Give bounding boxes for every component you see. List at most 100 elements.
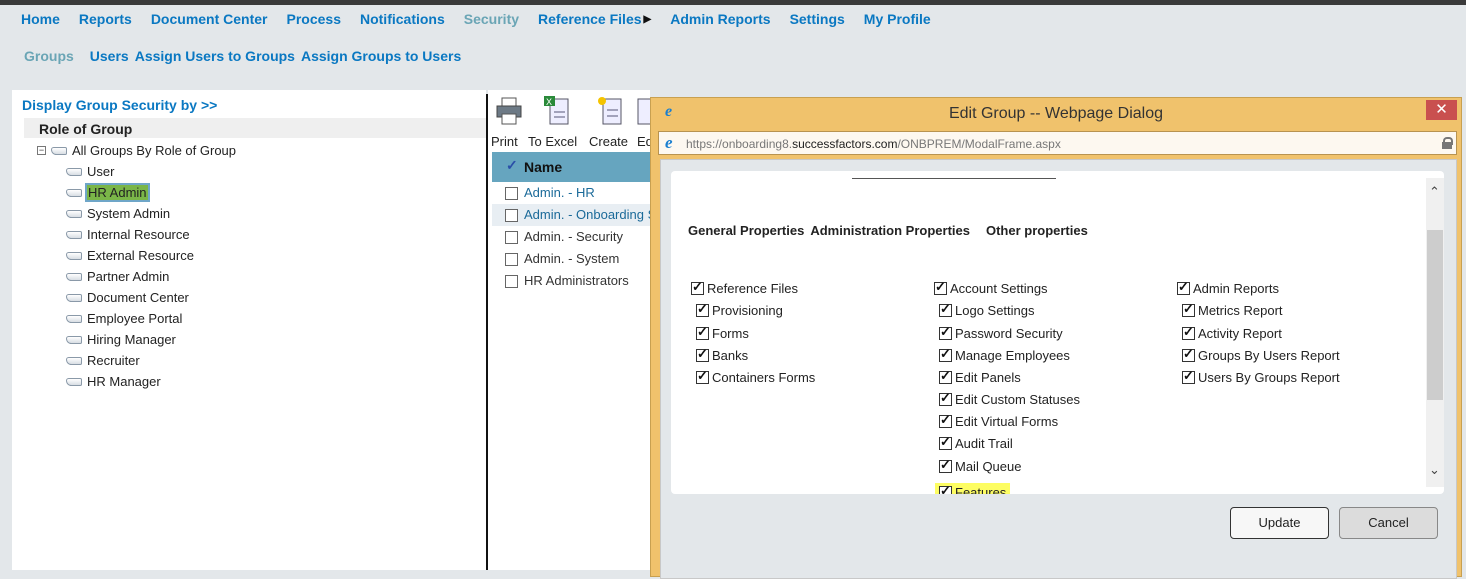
- checkbox[interactable]: [939, 346, 952, 362]
- permission-checkbox[interactable]: Features: [935, 483, 1011, 494]
- scrollbar[interactable]: ⌃ ⌄: [1426, 178, 1444, 487]
- list-row[interactable]: Admin. - Onboarding S: [492, 204, 650, 226]
- tab-general[interactable]: General Properties: [688, 223, 804, 238]
- permission-checkbox[interactable]: Forms: [696, 324, 749, 341]
- tree-item[interactable]: HR Admin: [66, 183, 150, 202]
- tree-root[interactable]: − All Groups By Role of Group: [37, 143, 236, 158]
- nav-security[interactable]: Security: [464, 11, 519, 27]
- subnav-users[interactable]: Users: [90, 48, 129, 64]
- printer-icon: [496, 97, 522, 125]
- row-checkbox[interactable]: [505, 253, 518, 266]
- checkbox[interactable]: [939, 368, 952, 384]
- tree-item[interactable]: Employee Portal: [66, 311, 182, 326]
- nav-notifications[interactable]: Notifications: [360, 11, 445, 27]
- permission-checkbox[interactable]: Users By Groups Report: [1182, 368, 1340, 385]
- nav-document-center[interactable]: Document Center: [151, 11, 268, 27]
- checkbox[interactable]: [696, 346, 709, 362]
- top-bar: [0, 0, 1466, 5]
- list-row[interactable]: Admin. - System: [492, 248, 650, 270]
- nav-reports[interactable]: Reports: [79, 11, 132, 27]
- list-row[interactable]: Admin. - HR: [492, 182, 650, 204]
- checkbox[interactable]: [1177, 279, 1190, 295]
- close-button[interactable]: ✕: [1426, 100, 1457, 120]
- tree-item[interactable]: System Admin: [66, 206, 170, 221]
- create-button[interactable]: Create: [589, 134, 628, 149]
- scroll-up-icon[interactable]: ⌃: [1429, 184, 1440, 200]
- nav-admin-reports[interactable]: Admin Reports: [670, 11, 770, 27]
- scroll-thumb[interactable]: [1427, 230, 1443, 400]
- tree-item[interactable]: External Resource: [66, 248, 194, 263]
- permission-checkbox[interactable]: Metrics Report: [1182, 301, 1283, 318]
- tree-item[interactable]: Document Center: [66, 290, 189, 305]
- tree-item[interactable]: Internal Resource: [66, 227, 190, 242]
- permission-checkbox[interactable]: Edit Panels: [939, 368, 1021, 385]
- dialog-title: Edit Group -- Webpage Dialog: [948, 105, 1164, 122]
- subnav-assign-users[interactable]: Assign Users to Groups: [135, 48, 295, 64]
- permission-checkbox[interactable]: Mail Queue: [939, 457, 1021, 474]
- excel-button[interactable]: To Excel: [528, 134, 577, 149]
- group-icon: [66, 314, 82, 323]
- permission-checkbox[interactable]: Audit Trail: [939, 434, 1013, 451]
- list-row[interactable]: Admin. - Security: [492, 226, 650, 248]
- subnav-groups[interactable]: Groups: [24, 48, 74, 64]
- nav-home[interactable]: Home: [21, 11, 60, 27]
- permission-checkbox[interactable]: Groups By Users Report: [1182, 346, 1340, 363]
- permission-checkbox[interactable]: Reference Files: [691, 279, 798, 296]
- display-by-link[interactable]: Display Group Security by >>: [22, 97, 217, 113]
- tab-administration[interactable]: Administration Properties: [810, 223, 970, 238]
- permission-checkbox[interactable]: Banks: [696, 346, 748, 363]
- checkbox[interactable]: [939, 301, 952, 317]
- permission-checkbox[interactable]: Manage Employees: [939, 346, 1070, 363]
- row-checkbox[interactable]: [505, 187, 518, 200]
- caret-right-icon: ▶: [643, 14, 652, 25]
- update-button[interactable]: Update: [1230, 507, 1329, 539]
- permission-checkbox[interactable]: Account Settings: [934, 279, 1048, 296]
- row-checkbox[interactable]: [505, 209, 518, 222]
- scroll-down-icon[interactable]: ⌄: [1429, 462, 1440, 478]
- checkbox[interactable]: [1182, 301, 1195, 317]
- name-column-header[interactable]: ✓ Name: [492, 152, 650, 182]
- permission-checkbox[interactable]: Logo Settings: [939, 301, 1035, 318]
- permission-checkbox[interactable]: Provisioning: [696, 301, 783, 318]
- checkbox[interactable]: [696, 324, 709, 340]
- tab-other[interactable]: Other properties: [986, 223, 1088, 238]
- collapse-icon[interactable]: −: [37, 146, 46, 155]
- checkbox[interactable]: [696, 368, 709, 384]
- group-icon: [66, 377, 82, 386]
- tree-item[interactable]: Partner Admin: [66, 269, 169, 284]
- row-checkbox[interactable]: [505, 275, 518, 288]
- checkbox[interactable]: [939, 390, 952, 406]
- tree-item[interactable]: HR Manager: [66, 374, 161, 389]
- checkbox[interactable]: [934, 279, 947, 295]
- cancel-button[interactable]: Cancel: [1339, 507, 1438, 539]
- checkbox[interactable]: [691, 279, 704, 295]
- nav-process[interactable]: Process: [287, 11, 341, 27]
- checkbox[interactable]: [939, 324, 952, 340]
- subnav-assign-groups[interactable]: Assign Groups to Users: [301, 48, 461, 64]
- checkbox[interactable]: [1182, 368, 1195, 384]
- checkbox[interactable]: [939, 457, 952, 473]
- nav-my-profile[interactable]: My Profile: [864, 11, 931, 27]
- checkbox[interactable]: [696, 301, 709, 317]
- nav-settings[interactable]: Settings: [790, 11, 845, 27]
- ie-icon: e: [665, 133, 673, 152]
- permission-checkbox[interactable]: Admin Reports: [1177, 279, 1279, 296]
- permission-checkbox[interactable]: Containers Forms: [696, 368, 815, 385]
- nav-reference-files[interactable]: Reference Files: [538, 11, 642, 27]
- tree-item[interactable]: User: [66, 164, 114, 179]
- checkbox[interactable]: [1182, 324, 1195, 340]
- checkbox[interactable]: [939, 412, 952, 428]
- checkbox[interactable]: [939, 483, 952, 494]
- permission-checkbox[interactable]: Edit Custom Statuses: [939, 390, 1080, 407]
- checkbox[interactable]: [939, 434, 952, 450]
- edit-group-dialog: e Edit Group -- Webpage Dialog ✕ e https…: [650, 97, 1462, 579]
- permission-checkbox[interactable]: Activity Report: [1182, 324, 1282, 341]
- permission-checkbox[interactable]: Edit Virtual Forms: [939, 412, 1058, 429]
- permission-checkbox[interactable]: Password Security: [939, 324, 1063, 341]
- row-checkbox[interactable]: [505, 231, 518, 244]
- tree-item[interactable]: Hiring Manager: [66, 332, 176, 347]
- list-row[interactable]: HR Administrators: [492, 270, 650, 292]
- print-button[interactable]: Print: [491, 134, 518, 149]
- checkbox[interactable]: [1182, 346, 1195, 362]
- tree-item[interactable]: Recruiter: [66, 353, 140, 368]
